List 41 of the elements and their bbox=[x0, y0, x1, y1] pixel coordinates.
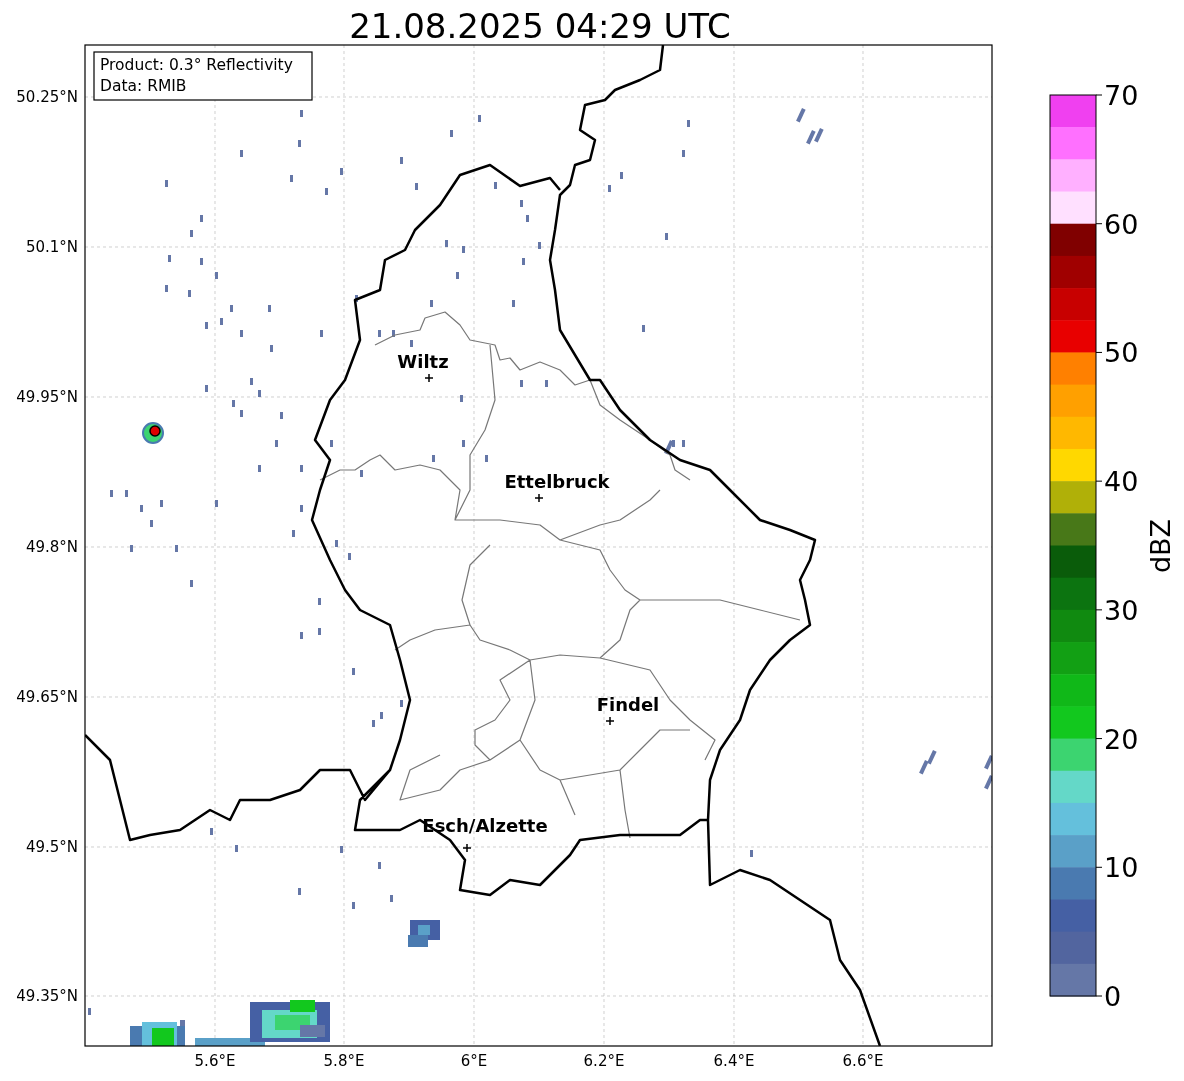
longitude-label: 5.6°E bbox=[194, 1052, 236, 1070]
info-text: Product: 0.3° Reflectivity bbox=[100, 56, 293, 74]
latitude-label: 49.95°N bbox=[16, 388, 78, 406]
city-marker-icon bbox=[534, 493, 544, 503]
latitude-label: 50.25°N bbox=[16, 88, 78, 106]
longitude-label: 6.6°E bbox=[842, 1052, 884, 1070]
tick-mark bbox=[1095, 609, 1103, 611]
info-text: Data: RMIB bbox=[100, 77, 187, 95]
city-marker-icon bbox=[424, 373, 434, 383]
tick-mark bbox=[1095, 223, 1103, 225]
chart-title: 21.08.2025 04:29 UTC bbox=[349, 6, 731, 46]
city-marker-icon bbox=[605, 716, 615, 726]
city-label: Findel bbox=[596, 694, 660, 715]
tick-mark bbox=[1095, 738, 1103, 740]
city-label: Ettelbruck bbox=[504, 471, 610, 492]
city-marker-icon bbox=[462, 843, 472, 853]
colorbar-tick-label: 60 bbox=[1104, 208, 1139, 240]
latitude-label: 49.5°N bbox=[25, 838, 78, 856]
colorbar-tick-label: 40 bbox=[1104, 466, 1139, 498]
city-label: Wiltz bbox=[397, 351, 449, 372]
radar-site-icon bbox=[149, 425, 161, 437]
longitude-label: 6.2°E bbox=[583, 1052, 625, 1070]
longitude-label: 5.8°E bbox=[323, 1052, 365, 1070]
longitude-label: 6.4°E bbox=[713, 1052, 755, 1070]
tick-mark bbox=[1095, 480, 1103, 482]
colorbar-tick-label: 70 bbox=[1104, 80, 1139, 111]
latitude-label: 49.35°N bbox=[16, 987, 78, 1005]
colorbar-tick-label: 30 bbox=[1104, 594, 1139, 626]
longitude-label: 6°E bbox=[460, 1052, 488, 1070]
latitude-label: 49.65°N bbox=[16, 688, 78, 706]
colorbar-tick-label: 0 bbox=[1104, 981, 1122, 1012]
colorbar-tick-label: 20 bbox=[1104, 723, 1139, 755]
tick-mark bbox=[1095, 995, 1103, 997]
colorbar-tick-label: 10 bbox=[1104, 852, 1139, 884]
colorbar-title: dBZ bbox=[1145, 518, 1176, 574]
tick-mark bbox=[1095, 866, 1103, 868]
tick-mark bbox=[1095, 351, 1103, 353]
colorbar-tick-label: 50 bbox=[1104, 337, 1139, 369]
latitude-label: 50.1°N bbox=[25, 238, 78, 256]
tick-mark bbox=[1095, 94, 1103, 96]
latitude-label: 49.8°N bbox=[25, 538, 78, 556]
